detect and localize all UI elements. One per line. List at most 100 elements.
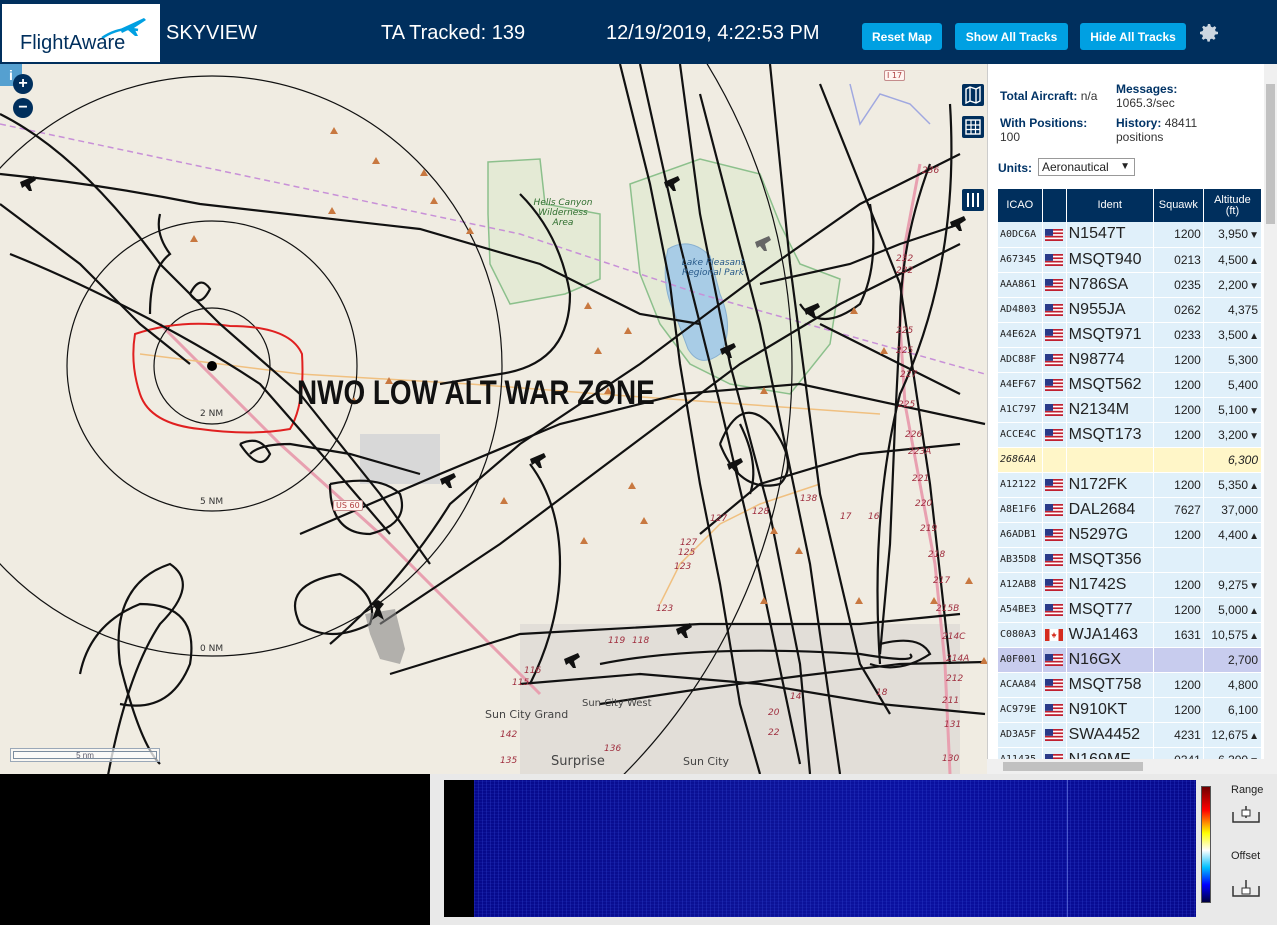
units-select[interactable]: Aeronautical ▼ — [1038, 158, 1135, 176]
table-row[interactable]: AD4803 N955JA 0262 4,375 — [998, 297, 1262, 323]
reset-map-button[interactable]: Reset Map — [862, 23, 942, 50]
table-row[interactable]: A67345 MSQT940 0213 4,500▲ — [998, 247, 1262, 273]
table-row[interactable]: A0F001 N16GX 2,700 — [998, 647, 1262, 673]
gear-icon[interactable] — [1197, 21, 1221, 45]
cell-altitude: 3,200▼ — [1203, 422, 1262, 448]
cell-flag — [1042, 347, 1067, 373]
cell-flag — [1042, 647, 1067, 673]
overlay-annotation: NWO LOW ALT WAR ZONE — [297, 374, 655, 412]
road-number-label: 20 — [768, 708, 780, 718]
grid-icon[interactable] — [962, 116, 984, 138]
table-row[interactable]: AAA861 N786SA 0235 2,200▼ — [998, 272, 1262, 298]
table-row[interactable]: A4E62A MSQT971 0233 3,500▲ — [998, 322, 1262, 348]
column-header-flag[interactable] — [1042, 189, 1067, 222]
canada-flag-icon — [1044, 629, 1063, 642]
scrollbar-thumb[interactable] — [1003, 762, 1143, 771]
range-slider-icon[interactable] — [1231, 804, 1261, 828]
altitude-value: 37,000 — [1221, 502, 1258, 517]
cell-ident: N1547T — [1066, 222, 1154, 248]
column-header-icao[interactable]: ICAO — [998, 189, 1043, 222]
cell-flag — [1042, 222, 1067, 248]
cell-altitude: 2,700 — [1203, 647, 1262, 673]
table-header-row: ICAO Ident Squawk Altitude (ft) — [998, 189, 1262, 222]
range-label-2nm: 2 NM — [200, 409, 224, 419]
road-number-label: 18 — [876, 688, 888, 698]
zoom-in-button[interactable]: + — [13, 74, 33, 94]
vertical-scrollbar[interactable] — [1264, 64, 1277, 759]
table-row[interactable]: A12AB8 N1742S 1200 9,275▼ — [998, 572, 1262, 598]
offset-slider-icon[interactable] — [1231, 878, 1261, 902]
horizontal-scrollbar[interactable] — [987, 759, 1277, 774]
table-row[interactable]: A0DC6A N1547T 1200 3,950▼ — [998, 222, 1262, 248]
cell-icao: A0F001 — [998, 647, 1043, 673]
column-header-altitude[interactable]: Altitude (ft) — [1203, 189, 1262, 222]
table-row[interactable]: AB35D8 MSQT356 — [998, 547, 1262, 573]
cell-squawk: 7627 — [1153, 497, 1204, 523]
us-flag-icon — [1044, 579, 1063, 592]
map-view[interactable]: + − NWO LOW ALT WAR ZONE 2 NM 5 NM 0 NM … — [0, 64, 987, 774]
cell-squawk: 1200 — [1153, 222, 1204, 248]
altitude-value: 3,200 — [1218, 427, 1249, 442]
road-number-label: 220 — [915, 499, 933, 509]
us-flag-icon — [1044, 529, 1063, 542]
cell-altitude: 37,000 — [1203, 497, 1262, 523]
waterfall-display[interactable] — [444, 780, 1196, 917]
table-row[interactable]: ACCE4C MSQT173 1200 3,200▼ — [998, 422, 1262, 448]
header-bar: FlightAware SKYVIEW TA Tracked: 139 12/1… — [0, 0, 1277, 64]
table-row[interactable]: 2686AA 6,300 — [998, 447, 1262, 473]
dashed-boundary-2 — [849, 83, 931, 126]
zoom-out-button[interactable]: − — [13, 98, 33, 118]
cell-flag — [1042, 472, 1067, 498]
road-number-label: 232 — [896, 254, 914, 264]
cell-icao: AD3A5F — [998, 722, 1043, 748]
cell-flag — [1042, 297, 1067, 323]
cell-icao: ACCE4C — [998, 422, 1043, 448]
road-number-label: 123 — [674, 562, 692, 572]
park-label: Hells Canyon Wilderness Area — [533, 198, 593, 228]
color-scale-bar — [1201, 786, 1211, 903]
cell-icao: A6ADB1 — [998, 522, 1043, 548]
wilderness-area — [487, 158, 601, 305]
table-row[interactable]: A1C797 N2134M 1200 5,100▼ — [998, 397, 1262, 423]
table-row[interactable]: A12122 N172FK 1200 5,350▲ — [998, 472, 1262, 498]
aircraft-table-body: A0DC6A N1547T 1200 3,950▼ A67345 MSQT940 0213 4… — [998, 222, 1262, 759]
cell-altitude: 5,350▲ — [1203, 472, 1262, 498]
highway-shield-i17: I 17 — [884, 70, 906, 81]
city-label-sun-city-grand: Sun City Grand — [485, 708, 569, 721]
show-all-tracks-button[interactable]: Show All Tracks — [955, 23, 1068, 50]
table-row[interactable]: A4EF67 MSQT562 1200 5,400 — [998, 372, 1262, 398]
table-row[interactable]: A6ADB1 N5297G 1200 4,400▲ — [998, 522, 1262, 548]
road-number-label: 127 — [680, 538, 698, 548]
altitude-value: 5,100 — [1218, 402, 1249, 417]
table-row[interactable]: AD3A5F SWA4452 4231 12,675▲ — [998, 722, 1262, 748]
cell-ident — [1066, 447, 1154, 473]
table-row[interactable]: A11435 N169ME03416,300▼ — [998, 747, 1262, 759]
cell-flag — [1042, 672, 1067, 698]
aircraft-table-container: ICAO Ident Squawk Altitude (ft) A0DC6A N1… — [998, 189, 1262, 759]
road-number-label: 135 — [500, 756, 518, 766]
table-row[interactable]: AC979E N910KT 1200 6,100 — [998, 697, 1262, 723]
road-number-label: 17 — [840, 512, 852, 522]
cell-ident: N2134M — [1066, 397, 1154, 423]
altitude-value: 6,100 — [1227, 702, 1258, 717]
aircraft-icon — [440, 473, 456, 488]
table-row[interactable]: C080A3 WJA1463 1631 10,575▲ — [998, 622, 1262, 648]
us-flag-icon — [1044, 504, 1063, 517]
table-row[interactable]: A8E1F6 DAL2684 7627 37,000 — [998, 497, 1262, 523]
table-row[interactable]: ADC88F N98774 1200 5,300 — [998, 347, 1262, 373]
columns-icon[interactable] — [962, 189, 984, 211]
scrollbar-thumb[interactable] — [1266, 84, 1275, 224]
column-header-ident[interactable]: Ident — [1066, 189, 1154, 222]
cell-icao: A67345 — [998, 247, 1043, 273]
table-row[interactable]: ACAA84 MSQT758 1200 4,800 — [998, 672, 1262, 698]
hide-all-tracks-button[interactable]: Hide All Tracks — [1080, 23, 1186, 50]
table-row[interactable]: A54BE3 MSQT77 1200 5,000▲ — [998, 597, 1262, 623]
flightaware-logo[interactable]: FlightAware — [2, 4, 160, 62]
cell-altitude: 9,275▼ — [1203, 572, 1262, 598]
map-layer-icon[interactable] — [962, 84, 984, 106]
cell-squawk — [1153, 447, 1204, 473]
cell-flag — [1042, 722, 1067, 748]
column-header-squawk[interactable]: Squawk — [1153, 189, 1204, 222]
with-positions-value: 100 — [1000, 130, 1021, 144]
cell-squawk: 0262 — [1153, 297, 1204, 323]
